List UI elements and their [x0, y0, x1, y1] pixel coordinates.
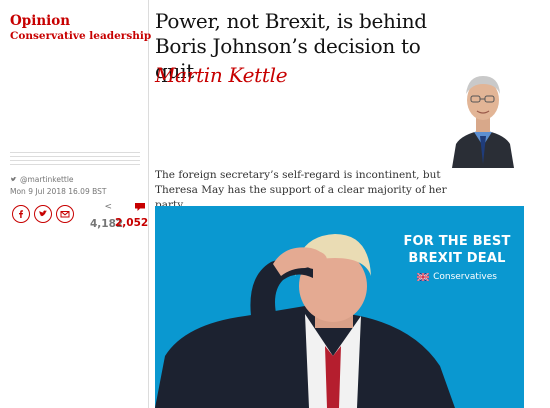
series-label[interactable]: Conservative leadership — [10, 29, 151, 43]
campaign-banner: FOR THE BEST BREXIT DEAL Conservatives — [395, 233, 519, 284]
twitter-icon — [10, 177, 17, 182]
facebook-share-button[interactable] — [12, 205, 30, 223]
comment-count-value: 2,052 — [115, 217, 149, 229]
banner-brand: Conservatives — [395, 270, 519, 284]
comment-count[interactable]: 2,052 — [115, 203, 149, 230]
share-count: < 4,182 — [90, 202, 123, 231]
twitter-handle-text: @martinkettle — [20, 175, 74, 184]
twitter-share-icon — [39, 210, 47, 217]
facebook-icon — [19, 210, 23, 218]
email-icon — [60, 211, 70, 218]
column-divider — [148, 0, 149, 408]
section-kicker: Opinion Conservative leadership — [10, 13, 151, 43]
twitter-handle[interactable]: @martinkettle — [10, 175, 74, 184]
banner-brand-text: Conservatives — [433, 272, 497, 282]
author-photo — [442, 64, 524, 168]
twitter-share-button[interactable] — [34, 205, 52, 223]
comment-icon — [135, 203, 145, 211]
meta-divider — [10, 152, 140, 166]
union-flag-icon — [417, 273, 430, 281]
banner-line1: FOR THE BEST — [403, 234, 511, 249]
email-share-button[interactable] — [56, 205, 74, 223]
dateline: Mon 9 Jul 2018 16.09 BST — [10, 187, 107, 196]
banner-line2: BREXIT DEAL — [408, 251, 506, 266]
share-arrow-icon: < — [104, 202, 112, 212]
byline[interactable]: Martin Kettle — [155, 63, 288, 88]
section-label[interactable]: Opinion — [10, 13, 151, 29]
